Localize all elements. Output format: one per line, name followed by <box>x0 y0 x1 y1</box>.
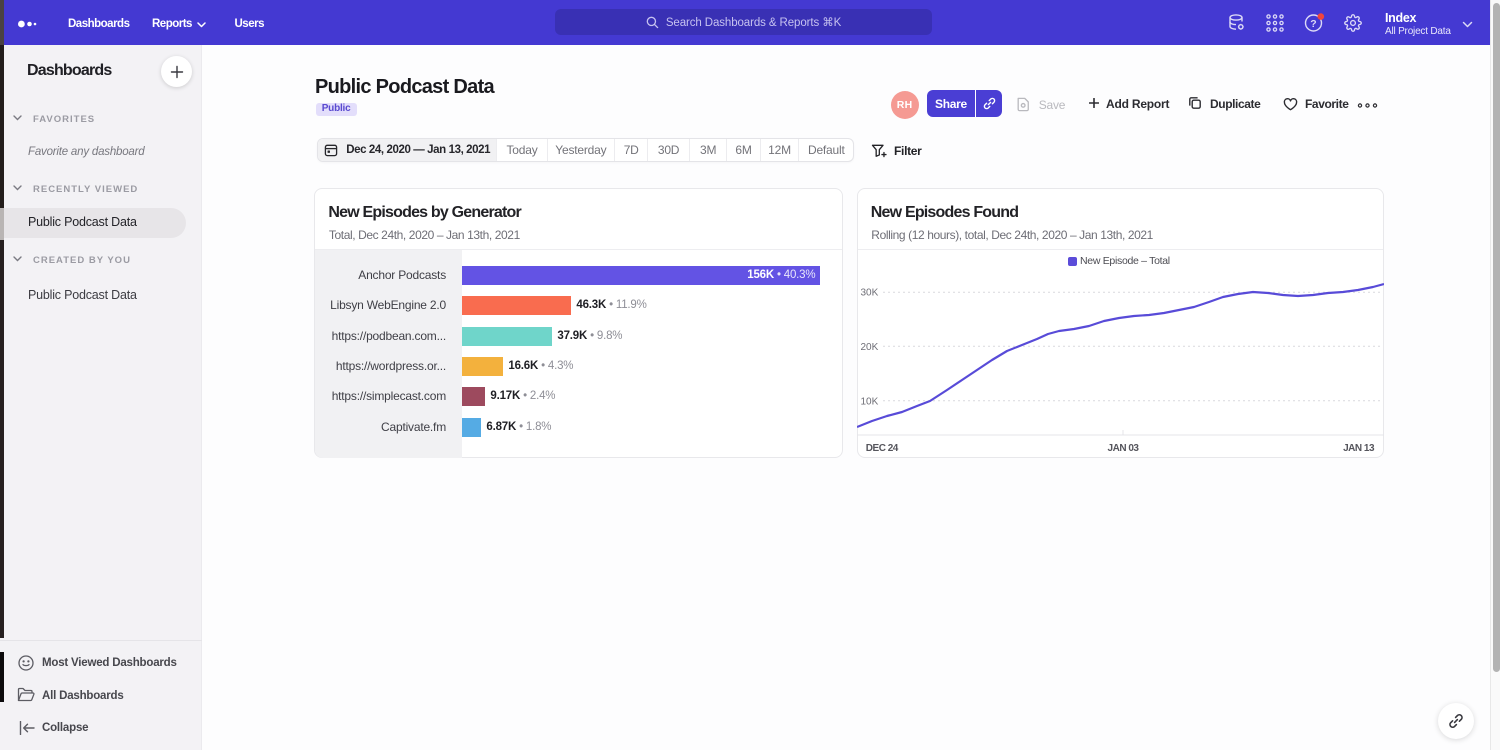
svg-text:30K: 30K <box>860 288 878 299</box>
svg-text:JAN 03: JAN 03 <box>1107 443 1139 454</box>
svg-text:JAN 13: JAN 13 <box>1343 443 1375 454</box>
svg-text:?: ? <box>1310 18 1316 30</box>
svg-text:DEC 24: DEC 24 <box>866 443 899 454</box>
svg-text:20K: 20K <box>860 342 878 353</box>
svg-text:10K: 10K <box>860 396 878 407</box>
